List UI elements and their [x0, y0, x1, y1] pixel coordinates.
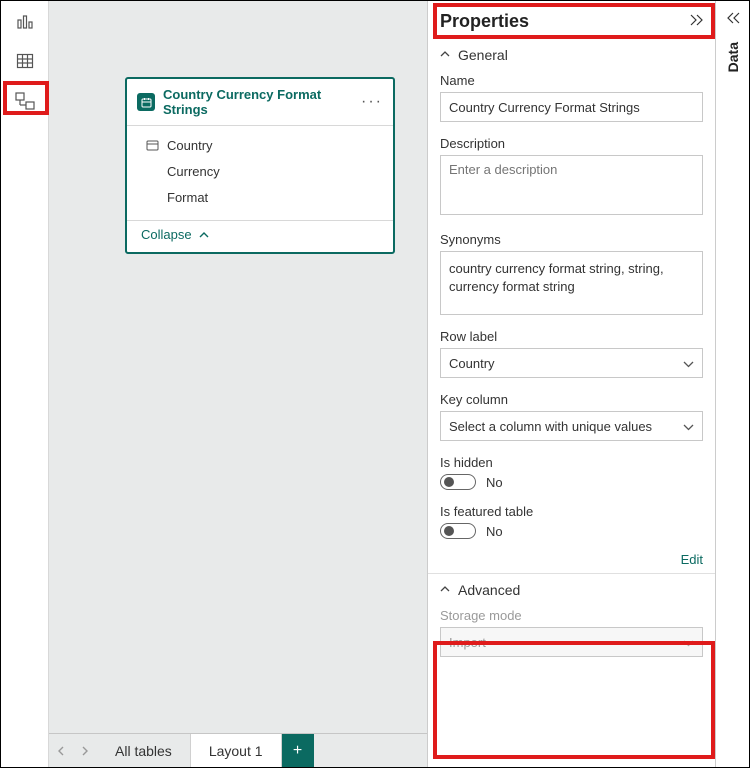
table-card-more-button[interactable]: ··· [361, 93, 383, 111]
add-layout-button[interactable]: + [282, 734, 314, 767]
section-advanced-header[interactable]: Advanced [428, 576, 715, 604]
data-pane-title: Data [725, 42, 741, 72]
plus-icon: + [293, 742, 302, 760]
left-nav-rail [1, 1, 49, 767]
field-name: Name [440, 73, 703, 122]
table-card[interactable]: Country Currency Format Strings ··· Coun… [125, 77, 395, 254]
layout-tabs-bar: All tables Layout 1 + [49, 733, 427, 767]
chevron-left-icon [57, 746, 65, 756]
model-icon [15, 92, 35, 110]
is-hidden-value: No [486, 475, 503, 490]
edit-link[interactable]: Edit [681, 552, 703, 567]
tab-nav-prev[interactable] [49, 734, 73, 767]
toggle-thumb-icon [444, 477, 454, 487]
section-label: General [458, 47, 508, 63]
tab-label: Layout 1 [209, 743, 263, 759]
table-grid-icon [16, 52, 34, 70]
divider [428, 573, 715, 574]
is-featured-value: No [486, 524, 503, 539]
storage-mode-label: Storage mode [440, 608, 703, 623]
is-hidden-label: Is hidden [440, 455, 703, 470]
model-view-button[interactable] [9, 89, 41, 113]
field-key-column: Key column Select a column with unique v… [440, 392, 703, 441]
name-label: Name [440, 73, 703, 88]
select-placeholder: Select a column with unique values [449, 419, 652, 434]
section-label: Advanced [458, 582, 520, 598]
chevron-up-icon [440, 49, 450, 61]
double-chevron-right-icon [689, 13, 705, 27]
field-row[interactable]: Format [127, 184, 393, 210]
double-chevron-left-icon [725, 11, 741, 25]
select-value: Country [449, 356, 495, 371]
section-general-header[interactable]: General [428, 41, 715, 69]
key-column-label: Key column [440, 392, 703, 407]
chevron-down-icon [683, 635, 694, 650]
collapse-pane-button[interactable] [689, 13, 705, 30]
row-label-select[interactable]: Country [440, 348, 703, 378]
edit-row: Edit [428, 551, 715, 571]
chevron-down-icon [683, 356, 694, 371]
synonyms-label: Synonyms [440, 232, 703, 247]
field-row-label: Row label Country [440, 329, 703, 378]
chevron-down-icon [683, 419, 694, 434]
key-column-select[interactable]: Select a column with unique values [440, 411, 703, 441]
synonyms-input[interactable]: country currency format string, string, … [440, 251, 703, 315]
field-row[interactable]: Currency [127, 158, 393, 184]
table-card-footer: Collapse [127, 221, 393, 252]
canvas-body[interactable]: Country Currency Format Strings ··· Coun… [49, 1, 427, 733]
field-is-hidden: Is hidden No [440, 455, 703, 490]
calendar-table-icon [137, 93, 155, 111]
report-view-button[interactable] [9, 9, 41, 33]
section-advanced-body: Storage mode Import [428, 604, 715, 669]
properties-title: Properties [440, 11, 689, 32]
data-view-button[interactable] [9, 49, 41, 73]
description-label: Description [440, 136, 703, 151]
field-label: Currency [167, 164, 220, 179]
properties-header: Properties [428, 1, 715, 41]
chevron-up-icon [199, 227, 209, 242]
tab-layout-1[interactable]: Layout 1 [191, 734, 282, 767]
row-label-label: Row label [440, 329, 703, 344]
data-pane-rail: Data [715, 1, 749, 767]
toggle-thumb-icon [444, 526, 454, 536]
field-storage-mode: Storage mode Import [440, 608, 703, 657]
properties-pane: Properties General Name Description Syno… [427, 1, 715, 767]
field-row[interactable]: Country [127, 132, 393, 158]
is-featured-label: Is featured table [440, 504, 703, 519]
field-synonyms: Synonyms country currency format string,… [440, 232, 703, 315]
is-featured-toggle[interactable] [440, 523, 476, 539]
name-input[interactable] [440, 92, 703, 122]
collapse-label: Collapse [141, 227, 192, 242]
is-hidden-toggle[interactable] [440, 474, 476, 490]
table-card-header[interactable]: Country Currency Format Strings ··· [127, 79, 393, 125]
model-canvas: Country Currency Format Strings ··· Coun… [49, 1, 427, 767]
tab-all-tables[interactable]: All tables [97, 734, 191, 767]
table-card-title: Country Currency Format Strings [163, 87, 353, 117]
field-label: Format [167, 190, 208, 205]
select-value: Import [449, 635, 486, 650]
storage-mode-select: Import [440, 627, 703, 657]
bar-chart-icon [16, 12, 34, 30]
app-root: Country Currency Format Strings ··· Coun… [0, 0, 750, 768]
field-is-featured: Is featured table No [440, 504, 703, 539]
chevron-up-icon [440, 584, 450, 596]
globe-field-icon [145, 140, 159, 151]
section-general-body: Name Description Synonyms country curren… [428, 69, 715, 551]
chevron-right-icon [81, 746, 89, 756]
field-label: Country [167, 138, 213, 153]
table-card-fields: Country Currency Format [127, 126, 393, 220]
description-input[interactable] [440, 155, 703, 215]
tab-label: All tables [115, 743, 172, 759]
field-description: Description [440, 136, 703, 218]
tab-nav-next[interactable] [73, 734, 97, 767]
expand-data-pane-button[interactable] [725, 11, 741, 28]
collapse-button[interactable]: Collapse [141, 227, 209, 242]
